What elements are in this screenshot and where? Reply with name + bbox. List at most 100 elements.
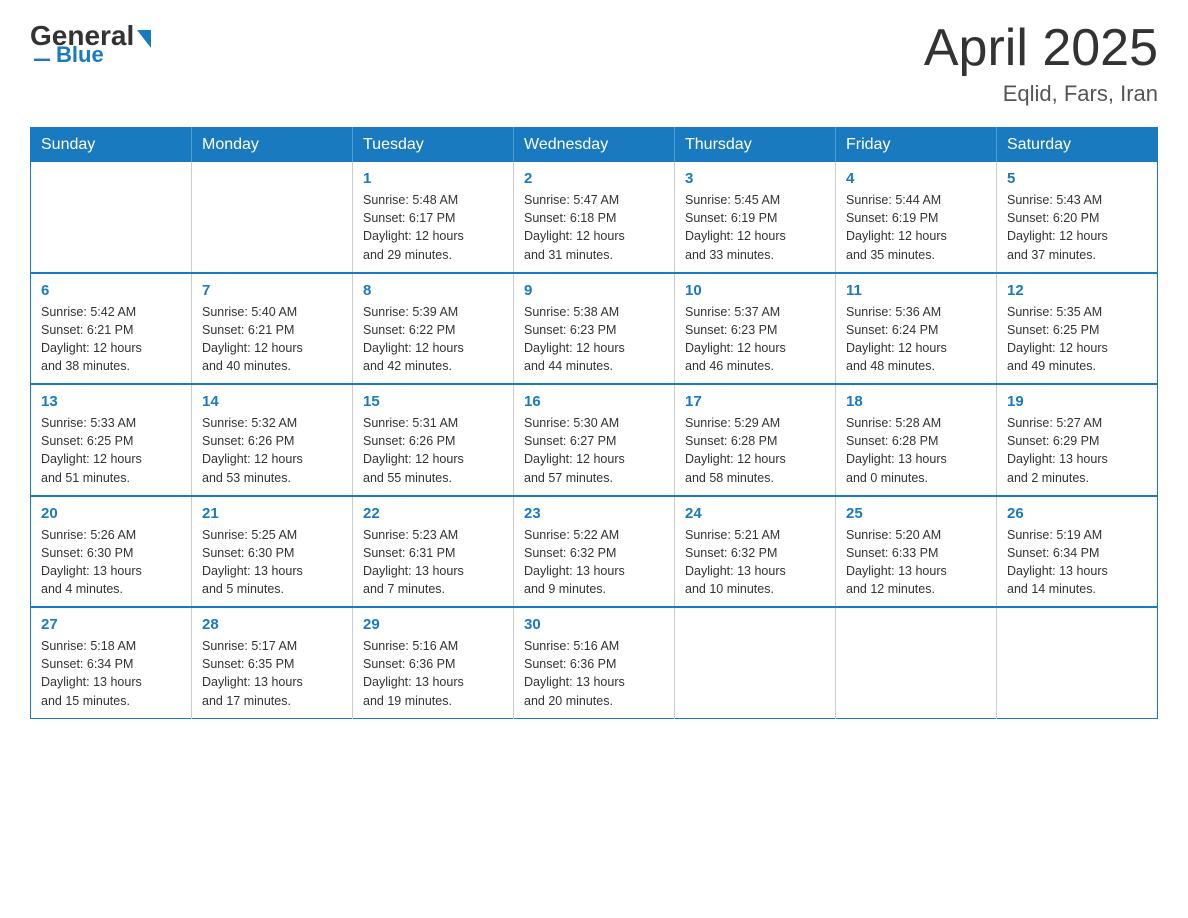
day-info: Sunrise: 5:26 AMSunset: 6:30 PMDaylight:…	[41, 526, 181, 599]
day-number: 23	[524, 505, 664, 522]
calendar-cell: 4Sunrise: 5:44 AMSunset: 6:19 PMDaylight…	[836, 162, 997, 273]
day-info: Sunrise: 5:43 AMSunset: 6:20 PMDaylight:…	[1007, 191, 1147, 264]
calendar-cell: 29 Sunrise: 5:16 AMSunset: 6:36 PMDayligh…	[353, 607, 514, 718]
day-header-sunday: Sunday	[31, 128, 192, 163]
day-info: Sunrise: 5:21 AMSunset: 6:32 PMDaylight:…	[685, 526, 825, 599]
calendar-week-row: 1 Sunrise: 5:48 AMSunset: 6:17 PMDaylight…	[31, 162, 1158, 273]
day-header-friday: Friday	[836, 128, 997, 163]
day-number: 12	[1007, 282, 1147, 299]
day-number: 5	[1007, 170, 1147, 187]
calendar-cell: 19 Sunrise: 5:27 AMSunset: 6:29 PMDayligh…	[997, 384, 1158, 496]
day-number: 7	[202, 282, 342, 299]
day-header-wednesday: Wednesday	[514, 128, 675, 163]
calendar-cell: 25 Sunrise: 5:20 AMSunset: 6:33 PMDayligh…	[836, 496, 997, 608]
location-title: Eqlid, Fars, Iran	[924, 81, 1158, 107]
calendar-cell: 30 Sunrise: 5:16 AMSunset: 6:36 PMDayligh…	[514, 607, 675, 718]
day-number: 1	[363, 170, 503, 187]
calendar-cell: 12Sunrise: 5:35 AMSunset: 6:25 PMDayligh…	[997, 273, 1158, 385]
calendar-cell: 14 Sunrise: 5:32 AMSunset: 6:26 PMDayligh…	[192, 384, 353, 496]
day-info: Sunrise: 5:44 AMSunset: 6:19 PMDaylight:…	[846, 191, 986, 264]
page-header: General ▬▬ Blue April 2025 Eqlid, Fars, …	[30, 20, 1158, 107]
day-number: 25	[846, 505, 986, 522]
calendar-cell: 15Sunrise: 5:31 AMSunset: 6:26 PMDayligh…	[353, 384, 514, 496]
calendar-header-row: SundayMondayTuesdayWednesdayThursdayFrid…	[31, 128, 1158, 163]
day-number: 8	[363, 282, 503, 299]
calendar-cell: 28Sunrise: 5:17 AMSunset: 6:35 PMDayligh…	[192, 607, 353, 718]
day-number: 17	[685, 393, 825, 410]
day-info: Sunrise: 5:47 AMSunset: 6:18 PMDaylight:…	[524, 191, 664, 264]
calendar-cell: 2Sunrise: 5:47 AMSunset: 6:18 PMDaylight…	[514, 162, 675, 273]
day-info: Sunrise: 5:48 AMSunset: 6:17 PMDaylight:…	[363, 191, 503, 264]
calendar-cell	[31, 162, 192, 273]
day-header-saturday: Saturday	[997, 128, 1158, 163]
day-number: 10	[685, 282, 825, 299]
day-info: Sunrise: 5:16 AMSunset: 6:36 PMDaylight:…	[363, 637, 503, 710]
day-number: 29	[363, 616, 503, 633]
calendar-cell	[836, 607, 997, 718]
calendar-table: SundayMondayTuesdayWednesdayThursdayFrid…	[30, 127, 1158, 719]
calendar-cell: 26 Sunrise: 5:19 AMSunset: 6:34 PMDayligh…	[997, 496, 1158, 608]
day-info: Sunrise: 5:25 AMSunset: 6:30 PMDaylight:…	[202, 526, 342, 599]
calendar-cell: 1 Sunrise: 5:48 AMSunset: 6:17 PMDaylight…	[353, 162, 514, 273]
day-number: 24	[685, 505, 825, 522]
calendar-week-row: 6 Sunrise: 5:42 AMSunset: 6:21 PMDaylight…	[31, 273, 1158, 385]
day-number: 11	[846, 282, 986, 299]
calendar-cell: 18 Sunrise: 5:28 AMSunset: 6:28 PMDayligh…	[836, 384, 997, 496]
day-number: 15	[363, 393, 503, 410]
day-info: Sunrise: 5:17 AMSunset: 6:35 PMDaylight:…	[202, 637, 342, 710]
day-number: 16	[524, 393, 664, 410]
day-number: 27	[41, 616, 181, 633]
calendar-cell: 21 Sunrise: 5:25 AMSunset: 6:30 PMDayligh…	[192, 496, 353, 608]
calendar-cell: 22 Sunrise: 5:23 AMSunset: 6:31 PMDayligh…	[353, 496, 514, 608]
day-info: Sunrise: 5:22 AMSunset: 6:32 PMDaylight:…	[524, 526, 664, 599]
day-info: Sunrise: 5:38 AMSunset: 6:23 PMDaylight:…	[524, 303, 664, 376]
day-info: Sunrise: 5:16 AMSunset: 6:36 PMDaylight:…	[524, 637, 664, 710]
day-number: 22	[363, 505, 503, 522]
day-info: Sunrise: 5:32 AMSunset: 6:26 PMDaylight:…	[202, 414, 342, 487]
calendar-cell: 24 Sunrise: 5:21 AMSunset: 6:32 PMDayligh…	[675, 496, 836, 608]
day-number: 6	[41, 282, 181, 299]
day-info: Sunrise: 5:30 AMSunset: 6:27 PMDaylight:…	[524, 414, 664, 487]
day-header-monday: Monday	[192, 128, 353, 163]
day-info: Sunrise: 5:18 AMSunset: 6:34 PMDaylight:…	[41, 637, 181, 710]
day-info: Sunrise: 5:27 AMSunset: 6:29 PMDaylight:…	[1007, 414, 1147, 487]
day-number: 20	[41, 505, 181, 522]
logo-blue-text: Blue	[56, 42, 104, 68]
day-info: Sunrise: 5:23 AMSunset: 6:31 PMDaylight:…	[363, 526, 503, 599]
day-number: 30	[524, 616, 664, 633]
calendar-cell	[997, 607, 1158, 718]
calendar-cell: 9 Sunrise: 5:38 AMSunset: 6:23 PMDaylight…	[514, 273, 675, 385]
calendar-cell: 7 Sunrise: 5:40 AMSunset: 6:21 PMDaylight…	[192, 273, 353, 385]
calendar-cell: 10 Sunrise: 5:37 AMSunset: 6:23 PMDayligh…	[675, 273, 836, 385]
logo: General ▬▬ Blue	[30, 20, 151, 68]
day-info: Sunrise: 5:33 AMSunset: 6:25 PMDaylight:…	[41, 414, 181, 487]
day-number: 14	[202, 393, 342, 410]
calendar-cell: 16 Sunrise: 5:30 AMSunset: 6:27 PMDayligh…	[514, 384, 675, 496]
calendar-cell: 3Sunrise: 5:45 AMSunset: 6:19 PMDaylight…	[675, 162, 836, 273]
day-info: Sunrise: 5:19 AMSunset: 6:34 PMDaylight:…	[1007, 526, 1147, 599]
calendar-week-row: 20 Sunrise: 5:26 AMSunset: 6:30 PMDayligh…	[31, 496, 1158, 608]
day-info: Sunrise: 5:42 AMSunset: 6:21 PMDaylight:…	[41, 303, 181, 376]
day-number: 9	[524, 282, 664, 299]
day-info: Sunrise: 5:39 AMSunset: 6:22 PMDaylight:…	[363, 303, 503, 376]
day-number: 21	[202, 505, 342, 522]
day-number: 18	[846, 393, 986, 410]
day-number: 19	[1007, 393, 1147, 410]
day-info: Sunrise: 5:29 AMSunset: 6:28 PMDaylight:…	[685, 414, 825, 487]
day-number: 13	[41, 393, 181, 410]
day-info: Sunrise: 5:40 AMSunset: 6:21 PMDaylight:…	[202, 303, 342, 376]
title-section: April 2025 Eqlid, Fars, Iran	[924, 20, 1158, 107]
calendar-cell: 6 Sunrise: 5:42 AMSunset: 6:21 PMDaylight…	[31, 273, 192, 385]
day-info: Sunrise: 5:36 AMSunset: 6:24 PMDaylight:…	[846, 303, 986, 376]
calendar-cell: 20 Sunrise: 5:26 AMSunset: 6:30 PMDayligh…	[31, 496, 192, 608]
logo-arrow-icon	[137, 30, 151, 48]
day-number: 3	[685, 170, 825, 187]
day-info: Sunrise: 5:20 AMSunset: 6:33 PMDaylight:…	[846, 526, 986, 599]
month-title: April 2025	[924, 20, 1158, 77]
day-info: Sunrise: 5:28 AMSunset: 6:28 PMDaylight:…	[846, 414, 986, 487]
calendar-cell: 5 Sunrise: 5:43 AMSunset: 6:20 PMDaylight…	[997, 162, 1158, 273]
calendar-cell	[192, 162, 353, 273]
day-number: 26	[1007, 505, 1147, 522]
day-info: Sunrise: 5:37 AMSunset: 6:23 PMDaylight:…	[685, 303, 825, 376]
calendar-week-row: 27 Sunrise: 5:18 AMSunset: 6:34 PMDayligh…	[31, 607, 1158, 718]
